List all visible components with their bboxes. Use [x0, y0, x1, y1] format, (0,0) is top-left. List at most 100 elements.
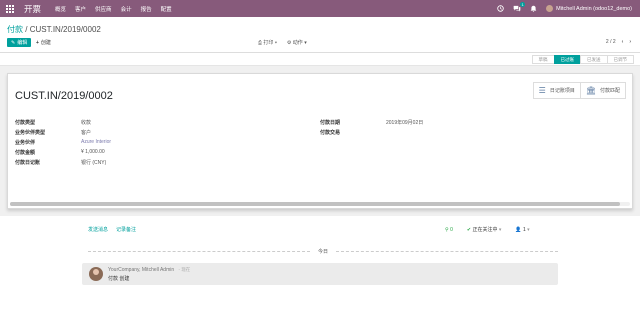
bell-icon[interactable] — [530, 5, 537, 12]
action-dropdown[interactable]: ⚙ 动作 ▾ — [287, 39, 307, 46]
plus-icon: + — [36, 39, 39, 46]
field-value: ¥ 1,000.00 — [81, 149, 105, 155]
form-sheet: CUST.IN/2019/0002 ☰ 日记账项目 🏛 付款匹配 付款类型 收款… — [7, 73, 633, 209]
payment-matching-button[interactable]: 🏛 付款匹配 — [579, 83, 625, 98]
check-icon: ✔ — [466, 227, 472, 233]
field-value: 收款 — [81, 119, 92, 126]
field-label: 付款金额 — [15, 149, 36, 156]
printer-icon: ⎙ — [258, 40, 263, 46]
avatar[interactable] — [89, 267, 103, 281]
edit-button[interactable]: ✎ 编辑 — [7, 38, 32, 47]
caret-down-icon: ▾ — [527, 226, 530, 233]
avatar — [546, 5, 554, 12]
chevron-left-icon[interactable]: ‹ — [622, 39, 624, 45]
field-label: 付款日期 — [320, 119, 341, 126]
action-label: 动作 — [292, 40, 303, 46]
following-label: 正在关注中 — [472, 227, 498, 233]
followers-count: 1 — [522, 226, 526, 233]
smart-buttons: ☰ 日记账项目 🏛 付款匹配 — [532, 82, 626, 99]
print-dropdown[interactable]: ⎙ 打印 ▾ — [258, 39, 277, 46]
caret-down-icon: ▾ — [498, 227, 502, 233]
pencil-icon: ✎ — [11, 39, 16, 46]
user-name: Mitchell Admin (odoo12_demo) — [556, 5, 632, 12]
pager-value[interactable]: 2 / 2 — [606, 39, 616, 45]
pager: 2 / 2 ‹ › — [606, 39, 631, 45]
attachments-count: 0 — [450, 226, 453, 233]
partner-link[interactable]: Azure Interior — [81, 139, 111, 145]
menu-vendors[interactable]: 供应商 — [95, 5, 112, 13]
journal-items-label: 日记账项目 — [549, 88, 575, 94]
field-value: 银行 (CNY) — [81, 159, 107, 166]
message-header: YourCompany, Mitchell Admin - 现在 — [108, 267, 190, 273]
field-label: 业务伙伴 — [15, 139, 36, 146]
field-label: 付款日记账 — [15, 159, 41, 166]
caret-down-icon: ▾ — [274, 40, 277, 46]
breadcrumb-parent[interactable]: 付款 — [7, 25, 23, 34]
paperclip-icon: ⚲ — [445, 226, 449, 233]
breadcrumb-current: CUST.IN/2019/0002 — [29, 25, 101, 34]
journal-items-button[interactable]: ☰ 日记账项目 — [534, 83, 580, 98]
field-partner: 业务伙伴 Azure Interior — [15, 137, 111, 147]
form-area: CUST.IN/2019/0002 ☰ 日记账项目 🏛 付款匹配 付款类型 收款… — [0, 66, 640, 216]
date-separator: 今日 — [88, 247, 559, 255]
menu-configuration[interactable]: 配置 — [161, 5, 172, 13]
left-fields: 付款类型 收款 业务伙伴类型 客户 业务伙伴 Azure Interior 付款… — [15, 117, 111, 167]
menu-accounting[interactable]: 会计 — [121, 5, 132, 13]
breadcrumb: 付款 / CUST.IN/2019/0002 — [7, 24, 101, 35]
field-value: 2019年09月02日 — [386, 119, 424, 126]
chatter-message: YourCompany, Mitchell Admin - 现在 付款 创建 — [82, 263, 558, 285]
apps-menu-icon[interactable] — [2, 0, 18, 17]
list-icon: ☰ — [538, 86, 546, 95]
messages-icon[interactable]: 1 — [513, 2, 526, 12]
gear-icon: ⚙ — [286, 40, 292, 46]
field-label: 付款交易 — [320, 129, 341, 136]
message-time: - 现在 — [178, 267, 191, 272]
messages-badge: 1 — [519, 2, 526, 7]
following-button[interactable]: ✔ 正在关注中 ▾ — [467, 226, 502, 233]
message-author[interactable]: YourCompany, Mitchell Admin — [108, 267, 174, 273]
clock-icon[interactable] — [497, 5, 504, 12]
status-step-reconciled[interactable]: 已调节 — [606, 55, 634, 64]
chevron-right-icon[interactable]: › — [629, 39, 631, 45]
attachments-button[interactable]: ⚲ 0 — [445, 227, 453, 233]
top-navbar: 开票 概览 客户 供应商 会计 报告 配置 1 Mitchell Admin (… — [0, 0, 640, 17]
user-icon: 👤 — [515, 226, 522, 233]
field-partner-type: 业务伙伴类型 客户 — [15, 127, 111, 137]
field-journal: 付款日记账 银行 (CNY) — [15, 157, 111, 167]
app-title[interactable]: 开票 — [24, 3, 41, 15]
log-note-button[interactable]: 记录备注 — [116, 226, 136, 233]
status-step-draft[interactable]: 草稿 — [531, 55, 555, 64]
menu-reporting[interactable]: 报告 — [141, 5, 152, 13]
user-menu[interactable]: Mitchell Admin (odoo12_demo) — [546, 5, 632, 12]
field-amount: 付款金额 ¥ 1,000.00 — [15, 147, 111, 157]
breadcrumb-separator: / — [25, 25, 28, 34]
followers-button[interactable]: 👤 1 ▾ — [515, 227, 529, 233]
actions-group: ⎙ 打印 ▾ ⚙ 动作 ▾ — [258, 39, 307, 46]
field-label: 付款类型 — [15, 119, 36, 126]
status-step-posted[interactable]: 已过账 — [553, 55, 581, 64]
field-value: 客户 — [81, 129, 92, 136]
bank-icon: 🏛 — [585, 86, 596, 95]
print-label: 打印 — [263, 40, 274, 46]
status-step-sent[interactable]: 已发送 — [580, 55, 608, 64]
status-steps: 草稿 已过账 已发送 已调节 — [531, 55, 634, 64]
field-payment-type: 付款类型 收款 — [15, 117, 111, 127]
separator-line — [88, 250, 310, 252]
field-label: 业务伙伴类型 — [15, 129, 46, 136]
send-message-button[interactable]: 发送消息 — [88, 226, 108, 233]
horizontal-scrollbar[interactable] — [10, 202, 630, 206]
menu-customers[interactable]: 客户 — [75, 5, 86, 13]
separator-line — [336, 250, 559, 252]
menu-overview[interactable]: 概览 — [55, 5, 66, 13]
create-button[interactable]: + 创建 — [36, 38, 51, 47]
scrollbar-thumb[interactable] — [10, 202, 620, 206]
message-body: 付款 创建 — [108, 276, 130, 282]
today-label: 今日 — [318, 248, 329, 255]
payment-matching-label: 付款匹配 — [599, 88, 620, 94]
chatter-actions: ⚲ 0 ✔ 正在关注中 ▾ 👤 1 ▾ — [445, 226, 530, 234]
create-label: 创建 — [40, 40, 51, 46]
record-title: CUST.IN/2019/0002 — [15, 90, 113, 102]
control-panel: 付款 / CUST.IN/2019/0002 ✎ 编辑 + 创建 ⎙ 打印 ▾ … — [0, 17, 640, 53]
field-communication: 付款交易 — [320, 127, 423, 137]
field-payment-date: 付款日期 2019年09月02日 — [320, 117, 423, 127]
